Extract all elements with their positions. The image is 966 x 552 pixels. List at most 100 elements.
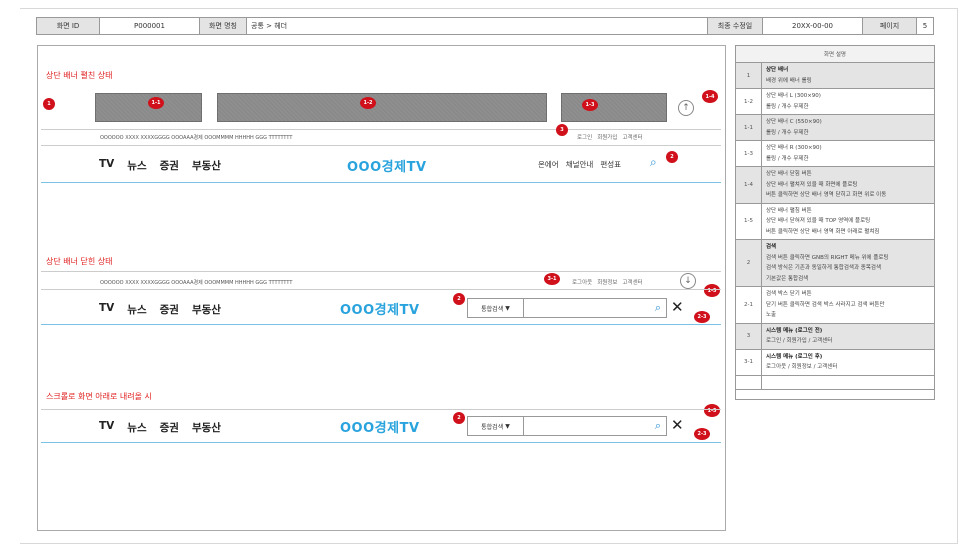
screen-info-table: 화면 ID P000001 화면 명칭 공통 > 헤더 최종 수정일 20XX-… [36, 17, 934, 35]
description-line: 로그아웃 / 회원정보 / 고객센터 [766, 364, 838, 370]
gnb-menu: TV 뉴스 증권 부동산 [99, 420, 221, 435]
search-type-select[interactable]: 통합검색 ▼ [468, 299, 524, 317]
gnb-bottom-line [41, 182, 721, 183]
dropdown-triangle-icon: ▼ [505, 422, 510, 430]
description-line: 버튼 클릭하면 상단 배너 영역 닫히고 화면 위로 이동 [766, 192, 887, 198]
search-close-icon[interactable]: ✕ [671, 298, 684, 316]
marker-1-4: 1-4 [702, 90, 718, 103]
marker-3-1: 3-1 [544, 273, 560, 285]
banner-close-button[interactable]: ↑ [678, 100, 694, 116]
description-line: 검색 버튼 클릭하면 GNB의 RIGHT 메뉴 위에 플로팅 [766, 254, 889, 261]
description-row-text: 상단 배너 닫힘 버튼 상단 배너 펼쳐져 있을 때 화면에 플로팅 버튼 클릭하면… [762, 167, 934, 203]
description-line: 로그인 / 회원가입 / 고객센터 [766, 338, 833, 344]
schedule-link[interactable]: 편성표 [600, 159, 621, 170]
marker-2-3: 2-3 [694, 311, 710, 323]
description-row: 2-1 검색 박스 닫기 버튼 닫기 버튼 클릭하면 검색 박스 사라지고 검색 버… [736, 287, 934, 324]
gnb-item-realestate[interactable]: 부동산 [192, 158, 221, 173]
channel-info-link[interactable]: 채널안내 [566, 159, 594, 170]
marker-1-5: 1-5 [704, 284, 720, 297]
top-banner-center[interactable] [217, 93, 547, 122]
marker-1-5: 1-5 [704, 404, 720, 417]
section-title-banner-closed: 상단 배너 닫힌 상태 [46, 257, 113, 266]
marker-3: 3 [556, 124, 568, 136]
banner-open-button[interactable]: ↓ [680, 273, 696, 289]
frame-border-right [957, 8, 958, 544]
gnb-item-stock[interactable]: 증권 [160, 420, 179, 435]
search-icon[interactable]: ⌕ [650, 155, 657, 170]
description-row-text: 상단 배너 펼침 버튼 상단 배너 닫혀져 있을 때 TOP 영역에 플로팅 버튼 … [762, 204, 934, 240]
arrow-down-icon: ↓ [684, 276, 692, 286]
search-type-select[interactable]: 통합검색 ▼ [468, 417, 524, 435]
description-row-number: 1 [736, 63, 762, 88]
marker-2-3: 2-3 [694, 428, 710, 440]
search-icon[interactable]: ⌕ [650, 299, 666, 317]
description-row-number: 1-2 [736, 89, 762, 114]
gnb-item-stock[interactable]: 증권 [160, 302, 179, 317]
gnb-item-news[interactable]: 뉴스 [127, 302, 146, 317]
description-row: 3 시스템 메뉴 (로그인 전) 로그인 / 회원가입 / 고객센터 [736, 323, 934, 350]
description-line: 상단 배너 L (300×90) [766, 93, 821, 99]
member-info-link[interactable]: 회원정보 [597, 278, 617, 286]
customer-center-link[interactable]: 고객센터 [622, 133, 642, 141]
description-line: 상단 배너 R (300×90) [766, 145, 822, 151]
login-link[interactable]: 로그인 [577, 133, 592, 141]
description-row-number: 1-3 [736, 141, 762, 166]
gnb-item-tv[interactable]: TV [99, 158, 114, 173]
signup-link[interactable]: 회원가입 [597, 133, 617, 141]
gnb-item-news[interactable]: 뉴스 [127, 420, 146, 435]
description-row: 3-1 시스템 메뉴 (로그인 후) 로그아웃 / 회원정보 / 고객센터 [736, 349, 934, 376]
logout-link[interactable]: 로그아웃 [572, 278, 592, 286]
description-line: 닫기 버튼 클릭하면 검색 박스 사라지고 검색 버튼만 [766, 301, 885, 308]
marker-1-1: 1-1 [148, 97, 164, 109]
search-icon[interactable]: ⌕ [650, 417, 666, 435]
onair-link[interactable]: 온에어 [538, 159, 559, 170]
gnb-bottom-line [41, 442, 721, 443]
divider [41, 145, 721, 146]
search-close-icon[interactable]: ✕ [671, 416, 684, 434]
wireframe-canvas: 상단 배너 펼친 상태 1 1-1 1-2 1-3 ↑ 1-4 OOOOOO X… [37, 45, 726, 531]
description-header: 화면 설명 [736, 46, 934, 63]
gnb-item-tv[interactable]: TV [99, 420, 114, 435]
description-line: 검색 박스 닫기 버튼 [766, 291, 812, 297]
section-title-banner-open: 상단 배너 펼친 상태 [46, 71, 113, 80]
site-logo[interactable]: OOO경제TV [347, 156, 427, 175]
gnb-item-stock[interactable]: 증권 [160, 158, 179, 173]
description-row-title: 시스템 메뉴 (로그인 전) [766, 327, 823, 334]
description-row-number: 1-4 [736, 167, 762, 203]
customer-center-link[interactable]: 고객센터 [623, 278, 643, 286]
description-line: 배경 위에 배너 롤링 [766, 77, 812, 84]
arrow-up-icon: ↑ [682, 103, 690, 113]
gnb-bottom-line [41, 324, 721, 325]
gnb-item-tv[interactable]: TV [99, 302, 114, 317]
gnb-item-realestate[interactable]: 부동산 [192, 302, 221, 317]
system-menu-logged-out: 로그인 회원가입 고객센터 [577, 133, 643, 141]
description-row-text: 검색 검색 버튼 클릭하면 GNB의 RIGHT 메뉴 위에 플로팅 검색 방식은 … [762, 240, 934, 286]
site-logo[interactable]: OOO경제TV [340, 299, 420, 318]
top-banner-right[interactable] [561, 93, 667, 122]
description-row-number: 3-1 [736, 349, 762, 375]
search-input[interactable] [524, 299, 650, 317]
search-box: 통합검색 ▼ ⌕ [467, 416, 667, 436]
description-row-number [736, 375, 762, 389]
screen-id: P000001 [100, 18, 200, 34]
description-row-number: 2 [736, 240, 762, 286]
site-logo[interactable]: OOO경제TV [340, 417, 420, 436]
description-line: 롤링 / 개수 무제한 [766, 155, 809, 162]
description-line: 버튼 클릭하면 상단 배너 영역 화면 아래로 펼쳐짐 [766, 228, 880, 235]
storyboard-frame: 화면 ID P000001 화면 명칭 공통 > 헤더 최종 수정일 20XX-… [0, 0, 966, 552]
search-input[interactable] [524, 417, 650, 435]
marker-1-3: 1-3 [582, 99, 598, 111]
system-menu-logged-in: 로그아웃 회원정보 고객센터 [572, 278, 643, 286]
gnb-item-news[interactable]: 뉴스 [127, 158, 146, 173]
search-box: 통합검색 ▼ ⌕ [467, 298, 667, 318]
marker-1-2: 1-2 [360, 97, 376, 109]
search-type-label: 통합검색 [481, 423, 504, 431]
gnb-item-realestate[interactable]: 부동산 [192, 420, 221, 435]
description-line: 상단 배너 펼침 버튼 [766, 207, 812, 214]
top-banner-left[interactable] [95, 93, 202, 122]
description-line: 롤링 / 개수 무제한 [766, 129, 809, 136]
ticker-text: OOOOOO XXXX XXXXGGGG OOOAAA경제 OOOMMMM HH… [100, 280, 293, 286]
marker-2: 2 [453, 412, 465, 424]
divider [41, 289, 721, 290]
gnb-menu: TV 뉴스 증권 부동산 [99, 302, 221, 317]
